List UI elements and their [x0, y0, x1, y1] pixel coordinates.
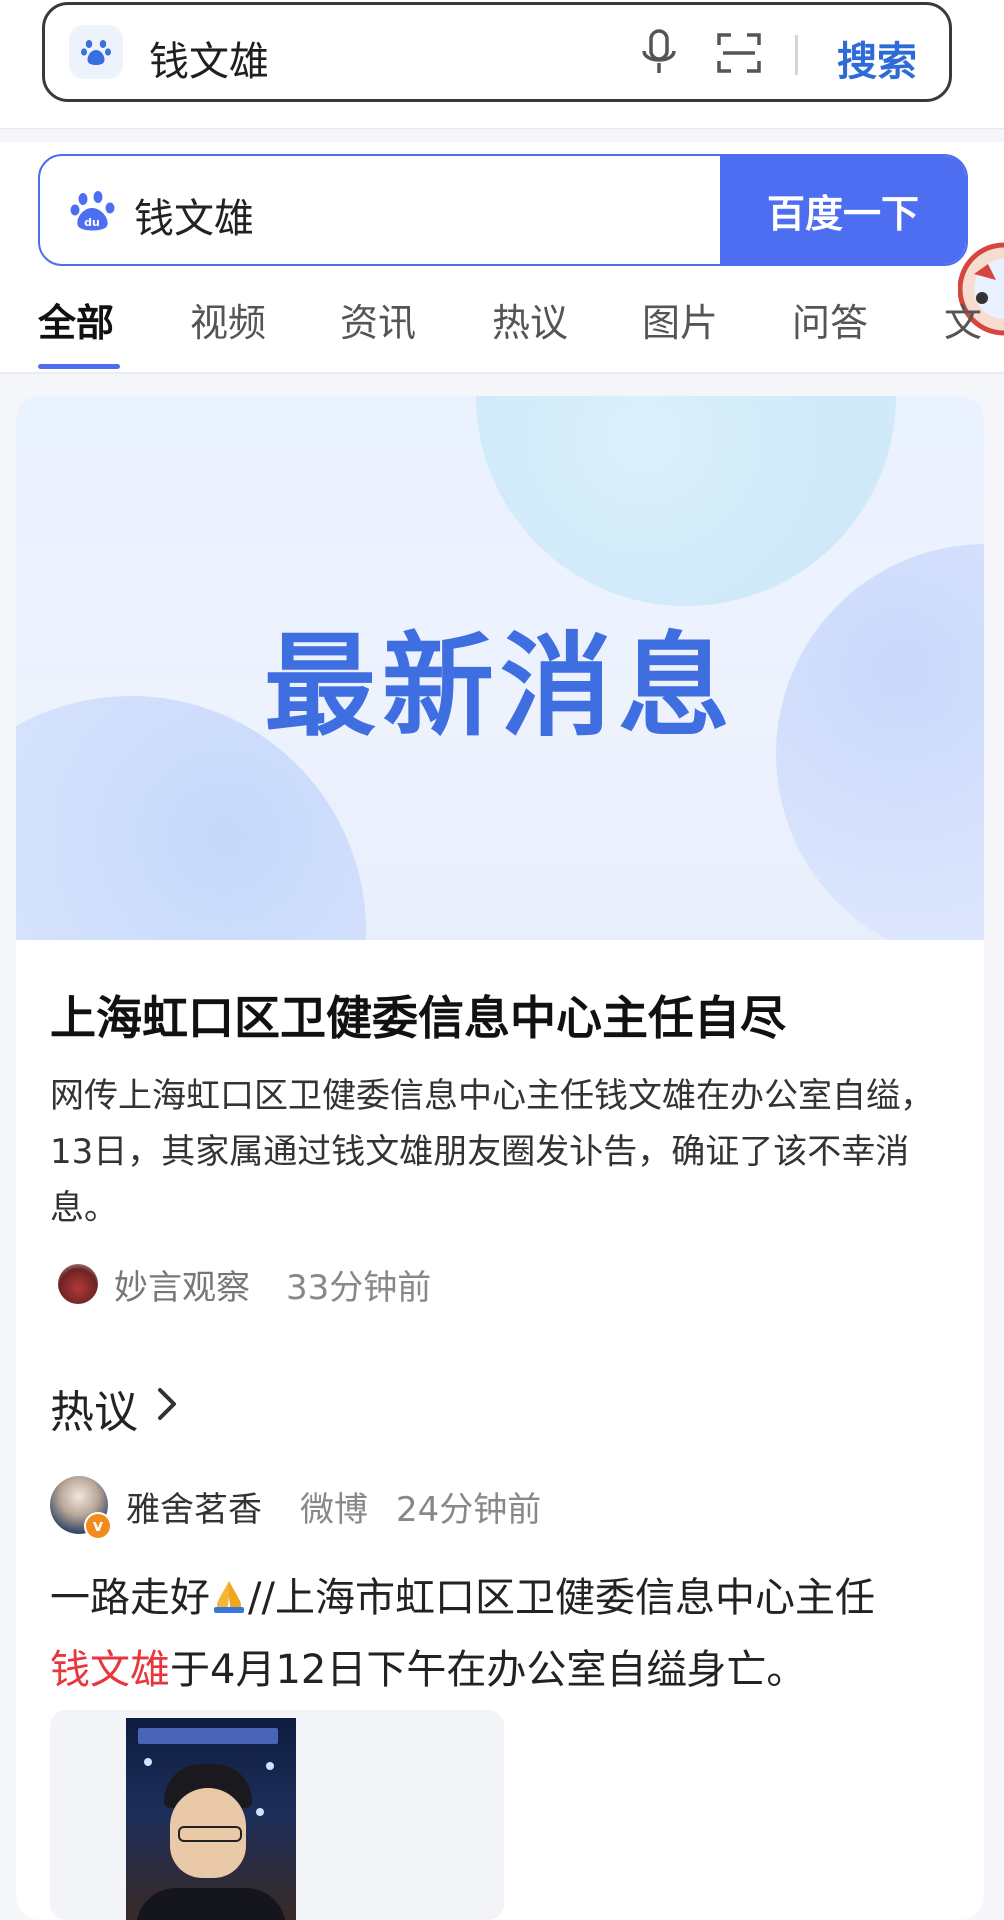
news-summary: 网传上海虹口区卫健委信息中心主任钱文雄在办公室自缢，13日，其家属通过钱文雄朋友… [50, 1076, 934, 1228]
browser-search-query[interactable]: 钱文雄 [149, 29, 269, 87]
browser-search-button[interactable]: 搜索 [837, 29, 917, 87]
chevron-right-icon[interactable] [156, 1386, 178, 1426]
tab-qa[interactable]: 问答 [792, 292, 868, 347]
source-name[interactable]: 妙言观察 [114, 1260, 250, 1309]
browser-top-bar: 钱文雄 搜索 [0, 0, 1004, 129]
verified-badge-icon: v [84, 1512, 112, 1540]
svg-text:du: du [84, 216, 100, 229]
post-time: 24分钟前 [396, 1490, 542, 1530]
post-username[interactable]: 雅舍茗香 [126, 1482, 262, 1531]
post-photo[interactable] [126, 1718, 296, 1920]
baidu-search-box[interactable]: du 钱文雄 百度一下 [38, 154, 968, 266]
post-image-container[interactable] [50, 1710, 504, 1920]
source-time: 33分钟前 [286, 1268, 432, 1308]
post-platform: 微博 [300, 1490, 368, 1530]
divider [795, 35, 798, 75]
tab-all[interactable]: 全部 [38, 292, 114, 347]
baidu-paw-icon[interactable] [69, 25, 123, 79]
news-title[interactable]: 上海虹口区卫健委信息中心主任自尽 [50, 982, 786, 1048]
post-text[interactable]: 一路走好 //上海市虹口区卫健委信息中心主任 钱文雄于4月12日下午在办公室自缢… [50, 1564, 950, 1704]
hot-discussion-heading[interactable]: 热议 [50, 1376, 138, 1440]
baidu-du-logo-icon: du [70, 190, 116, 236]
news-card[interactable]: 最新消息 上海虹口区卫健委信息中心主任自尽 网传上海虹口区卫健委信息中心主任钱文… [16, 396, 984, 1920]
search-tabs: 全部 视频 资讯 热议 图片 问答 文 [0, 292, 1004, 374]
baidu-search-header: du 钱文雄 百度一下 全部 视频 资讯 热议 图片 问答 文 [0, 142, 1004, 374]
tab-discussion[interactable]: 热议 [492, 292, 568, 347]
active-tab-indicator [38, 364, 120, 369]
tab-video[interactable]: 视频 [190, 292, 266, 347]
post-header: v 雅舍茗香 微博 24分钟前 [50, 1476, 950, 1540]
tab-images[interactable]: 图片 [642, 292, 718, 347]
post-text-middle: //上海市虹口区卫健委信息中心主任 [248, 1575, 875, 1621]
microphone-icon[interactable] [639, 29, 679, 81]
source-avatar [58, 1264, 98, 1304]
tabs-divider [0, 372, 1004, 374]
post-text-end: 于4月12日下午在办公室自缢身亡。 [170, 1647, 807, 1693]
post-text-start: 一路走好 [50, 1575, 210, 1621]
highlighted-keyword: 钱文雄 [50, 1647, 170, 1693]
baidu-search-input[interactable]: 钱文雄 [134, 186, 254, 244]
scan-icon[interactable] [717, 31, 761, 79]
tab-news[interactable]: 资讯 [340, 292, 416, 347]
praying-hands-icon [210, 1568, 248, 1636]
browser-search-box[interactable]: 钱文雄 搜索 [42, 2, 952, 102]
news-banner[interactable]: 最新消息 [16, 396, 984, 940]
banner-title: 最新消息 [264, 622, 736, 752]
tab-library[interactable]: 文 [944, 292, 982, 347]
decor-bubble [476, 396, 896, 606]
baidu-search-button[interactable]: 百度一下 [720, 156, 966, 264]
